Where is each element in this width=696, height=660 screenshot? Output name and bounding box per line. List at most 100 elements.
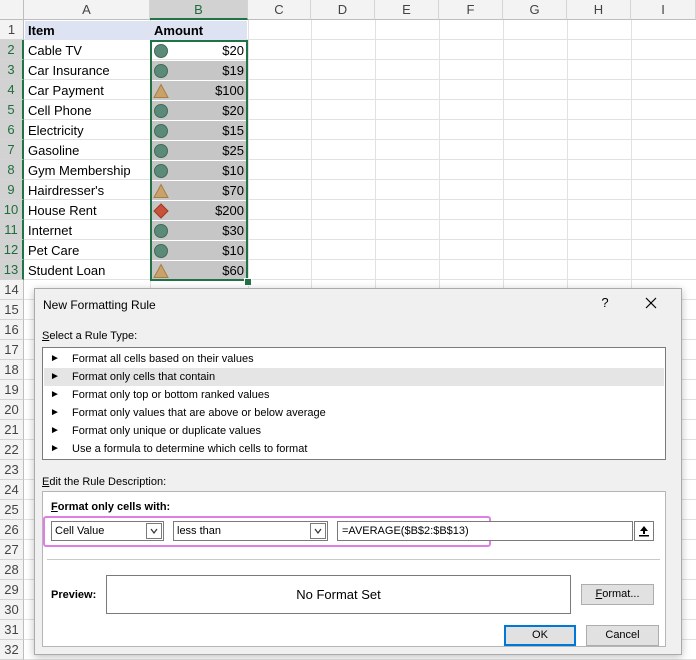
item-cell[interactable]: Car Payment <box>25 81 150 100</box>
item-cell[interactable]: Hairdresser's <box>25 181 150 200</box>
chevron-down-icon[interactable] <box>310 523 326 539</box>
row-header[interactable]: 29 <box>0 580 24 600</box>
rule-type-list[interactable]: ► Format all cells based on their values ►… <box>42 347 666 460</box>
column-header-d[interactable]: D <box>311 0 375 20</box>
rule-type-item[interactable]: ► Format only top or bottom ranked values <box>44 386 664 404</box>
arrow-right-icon: ► <box>50 353 60 364</box>
help-button[interactable]: ? <box>595 295 615 310</box>
row-header[interactable]: 3 <box>0 60 24 80</box>
arrow-right-icon: ► <box>50 425 60 436</box>
preview-label: Preview: <box>51 589 97 601</box>
rule-type-label: Format only top or bottom ranked values <box>72 389 270 401</box>
arrow-right-icon: ► <box>50 371 60 382</box>
row-header[interactable]: 11 <box>0 220 24 240</box>
column-header-c[interactable]: C <box>248 0 311 20</box>
row-header[interactable]: 5 <box>0 100 24 120</box>
row-header[interactable]: 23 <box>0 460 24 480</box>
row-header[interactable]: 14 <box>0 280 24 300</box>
row-header[interactable]: 6 <box>0 120 24 140</box>
row-header[interactable]: 19 <box>0 380 24 400</box>
cell-a1[interactable]: Item <box>25 21 150 40</box>
rule-type-item[interactable]: ► Format only unique or duplicate values <box>44 422 664 440</box>
rule-type-item[interactable]: ► Format all cells based on their values <box>44 350 664 368</box>
dialog-title: New Formatting Rule <box>43 298 156 312</box>
condition-type-value: Cell Value <box>55 525 105 537</box>
new-formatting-rule-dialog: New Formatting Rule ? Select a Rule Type… <box>34 288 682 655</box>
rule-type-label: Format all cells based on their values <box>72 353 254 365</box>
row-header[interactable]: 32 <box>0 640 24 660</box>
select-all-corner[interactable] <box>0 0 24 20</box>
row-header[interactable]: 1 <box>0 20 24 40</box>
edit-rule-description-label: Edit the Rule Description: <box>42 476 167 488</box>
collapse-dialog-button[interactable] <box>634 521 654 541</box>
rule-type-label: Use a formula to determine which cells t… <box>72 443 308 455</box>
operator-dropdown[interactable]: less than <box>173 521 328 541</box>
row-header[interactable]: 4 <box>0 80 24 100</box>
close-button[interactable] <box>641 294 661 312</box>
row-header[interactable]: 15 <box>0 300 24 320</box>
item-cell[interactable]: Internet <box>25 221 150 240</box>
column-header-f[interactable]: F <box>439 0 503 20</box>
cell-b1[interactable]: Amount <box>151 21 247 40</box>
close-icon <box>645 297 657 309</box>
arrow-right-icon: ► <box>50 389 60 400</box>
row-header[interactable]: 26 <box>0 520 24 540</box>
item-cell[interactable]: Electricity <box>25 121 150 140</box>
chevron-down-icon[interactable] <box>146 523 162 539</box>
row-header[interactable]: 20 <box>0 400 24 420</box>
row-header[interactable]: 13 <box>0 260 24 280</box>
cancel-button[interactable]: Cancel <box>586 625 659 646</box>
column-header-b[interactable]: B <box>150 0 248 20</box>
rule-type-item[interactable]: ► Format only values that are above or be… <box>44 404 664 422</box>
row-header[interactable]: 21 <box>0 420 24 440</box>
row-header[interactable]: 31 <box>0 620 24 640</box>
ok-button[interactable]: OK <box>504 625 576 646</box>
rule-type-item[interactable]: ► Use a formula to determine which cells … <box>44 440 664 458</box>
item-cell[interactable]: Gym Membership <box>25 161 150 180</box>
row-header[interactable]: 2 <box>0 40 24 60</box>
row-header[interactable]: 9 <box>0 180 24 200</box>
column-header-e[interactable]: E <box>375 0 439 20</box>
format-button[interactable]: Format... <box>581 584 654 605</box>
fill-handle[interactable] <box>244 278 252 286</box>
condition-type-dropdown[interactable]: Cell Value <box>51 521 164 541</box>
item-cell[interactable]: Gasoline <box>25 141 150 160</box>
row-header[interactable]: 10 <box>0 200 24 220</box>
row-header[interactable]: 17 <box>0 340 24 360</box>
rule-type-item[interactable]: ► Format only cells that contain <box>44 368 664 386</box>
item-cell[interactable]: Car Insurance <box>25 61 150 80</box>
item-cell[interactable]: Cell Phone <box>25 101 150 120</box>
rule-type-label: Format only values that are above or bel… <box>72 407 326 419</box>
column-header-i[interactable]: I <box>631 0 696 20</box>
range-select-icon <box>639 526 649 537</box>
item-cell[interactable]: Cable TV <box>25 41 150 60</box>
row-header[interactable]: 22 <box>0 440 24 460</box>
row-header[interactable]: 27 <box>0 540 24 560</box>
format-only-cells-with-label: Format only cells with: <box>51 501 171 513</box>
rule-type-label: Format only cells that contain <box>72 371 216 383</box>
row-header[interactable]: 25 <box>0 500 24 520</box>
row-header[interactable]: 30 <box>0 600 24 620</box>
row-header[interactable]: 18 <box>0 360 24 380</box>
arrow-right-icon: ► <box>50 407 60 418</box>
column-header-a[interactable]: A <box>24 0 150 20</box>
column-header-g[interactable]: G <box>503 0 567 20</box>
row-header[interactable]: 8 <box>0 160 24 180</box>
row-header[interactable]: 12 <box>0 240 24 260</box>
row-header[interactable]: 24 <box>0 480 24 500</box>
row-header[interactable]: 28 <box>0 560 24 580</box>
item-cell[interactable]: Pet Care <box>25 241 150 260</box>
row-header[interactable]: 7 <box>0 140 24 160</box>
item-cell[interactable]: House Rent <box>25 201 150 220</box>
formula-input[interactable]: =AVERAGE($B$2:$B$13) <box>337 521 633 541</box>
preview-box: No Format Set <box>106 575 571 614</box>
select-rule-type-label: Select a Rule Type: <box>42 330 138 342</box>
arrow-right-icon: ► <box>50 443 60 454</box>
operator-value: less than <box>177 525 222 537</box>
rule-description-panel <box>42 491 666 647</box>
item-cell[interactable]: Student Loan <box>25 261 150 280</box>
row-header[interactable]: 16 <box>0 320 24 340</box>
divider <box>47 559 660 560</box>
column-header-h[interactable]: H <box>567 0 631 20</box>
selection-range-border <box>150 40 248 281</box>
